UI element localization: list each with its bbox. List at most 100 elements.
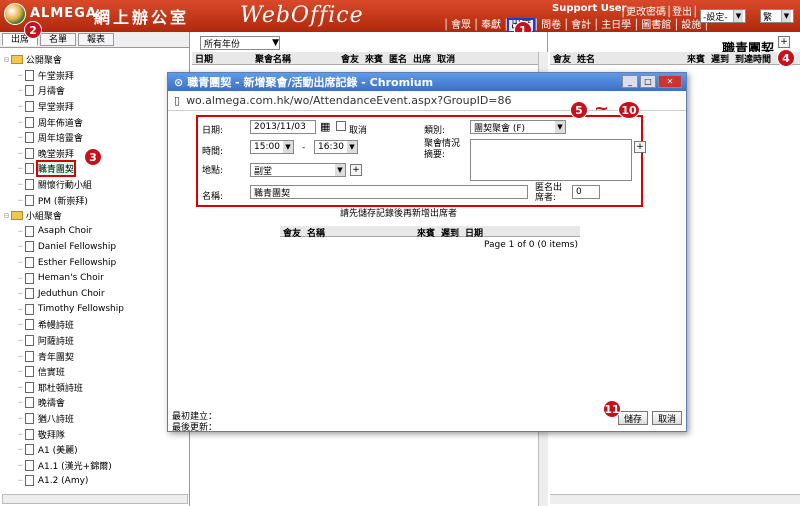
page-icon: ▯ (174, 94, 181, 107)
col-date[interactable]: 日期 (462, 226, 486, 239)
col-anonymous[interactable]: 匿名 (386, 52, 410, 65)
calendar-icon[interactable]: ▦ (320, 120, 330, 133)
tree-item[interactable]: ┄ 早堂崇拜 (0, 99, 189, 115)
tree-item[interactable]: ┄ A1 (美麗) (0, 442, 189, 458)
brand-weboffice: WebOffice (240, 3, 364, 28)
year-filter-select[interactable]: 所有年份 ▼ (200, 36, 280, 50)
nav-survey[interactable]: 問卷 (539, 20, 563, 31)
tree-item[interactable]: ┄ Heman's Choir (0, 270, 189, 286)
tree-item-label: 職青團契 (35, 160, 76, 178)
tree-guide: ┄ (18, 304, 23, 314)
add-summary-button[interactable]: + (634, 141, 646, 153)
tree-folder[interactable]: ⊟ 小組聚會 (0, 208, 189, 224)
col-member[interactable]: 會友 (280, 226, 304, 239)
settings-select[interactable]: -設定- ▼ (700, 9, 746, 23)
col-guest[interactable]: 來賓 (414, 226, 438, 239)
add-event-button[interactable]: + (778, 36, 790, 48)
save-button[interactable]: 儲存 (618, 411, 649, 425)
tree-item-label: 敬拜隊 (37, 430, 65, 441)
col-member[interactable]: 會友 (550, 52, 574, 65)
tree-item[interactable]: ┄ 周年佈道會 (0, 114, 189, 130)
chevron-down-icon: ▼ (555, 121, 565, 133)
nav-sunday-school[interactable]: 主日學 (599, 20, 633, 31)
nav-congregation[interactable]: 會眾 (449, 20, 473, 31)
col-late[interactable]: 遲到 (438, 226, 462, 239)
nav-library[interactable]: 圖書館 (639, 20, 673, 31)
tree-item[interactable]: ┄ 月禱會 (0, 83, 189, 99)
tree-item[interactable]: ┄ Daniel Fellowship (0, 239, 189, 255)
tree-guide: ┄ (18, 413, 23, 423)
left-scrollbar[interactable] (2, 494, 188, 504)
col-arrival-time[interactable]: 到達時間 (732, 52, 774, 65)
tree-guide: ┄ (18, 164, 23, 174)
tree-item[interactable]: ┄ 阿薩詩班 (0, 333, 189, 349)
name-label: 名稱: (202, 192, 224, 202)
col-attendance[interactable]: 出席 (410, 52, 434, 65)
cancel-checkbox[interactable] (336, 121, 346, 131)
right-scrollbar[interactable] (550, 494, 800, 504)
document-icon (24, 272, 34, 284)
tree-item[interactable]: ┄ 敬拜隊 (0, 426, 189, 442)
col-guest[interactable]: 來賓 (684, 52, 708, 65)
col-late[interactable]: 遲到 (708, 52, 732, 65)
col-members[interactable]: 會友 (338, 52, 362, 65)
cancel-button[interactable]: 取消 (652, 411, 683, 425)
col-cancelled[interactable]: 取消 (434, 52, 458, 65)
tree-item[interactable]: ┄ Esther Fellowship (0, 255, 189, 271)
tree-item-label: 阿薩詩班 (37, 336, 74, 347)
tree-item[interactable]: ┄ Asaph Choir (0, 224, 189, 240)
tree-item[interactable]: ┄ Timothy Fellowship (0, 302, 189, 318)
dialog-title: ⊙ 職青團契 - 新增聚會/活動出席記錄 - Chromium (168, 73, 686, 91)
tree-item[interactable]: ┄ 晚禱會 (0, 395, 189, 411)
left-pane: 出席 名單 報表 ⊟ 公開聚會 ┄ 午堂崇拜 ┄ 月禱會 ┄ 早堂崇拜 ┄ 周年佈道會 ┄ 周年培靈會… (0, 32, 190, 506)
tree-item[interactable]: ┄ 關懷行動小組 (0, 177, 189, 193)
time-to-select[interactable]: 16:30 ▼ (314, 140, 358, 154)
minimize-icon[interactable]: _ (622, 75, 638, 88)
col-guests[interactable]: 來賓 (362, 52, 386, 65)
tree-folder[interactable]: ⊟ 公開聚會 (0, 52, 189, 68)
tree-item[interactable]: ┄ 希幔詩班 (0, 317, 189, 333)
col-date[interactable]: 日期 (192, 52, 252, 65)
maximize-icon[interactable]: □ (640, 75, 656, 88)
tree-item[interactable]: ┄ PM (新崇拜) (0, 192, 189, 208)
tree-item[interactable]: ┄ A1.1 (漢光+錦爾) (0, 457, 189, 473)
time-separator: - (302, 143, 306, 153)
tree-item-label: 青年團契 (37, 352, 74, 363)
time-from-select[interactable]: 15:00 ▼ (250, 140, 294, 154)
tree-item[interactable]: ┄ A1.2 (Amy) (0, 473, 189, 489)
tree-item[interactable]: ┄ 午堂崇拜 (0, 68, 189, 84)
tab-list[interactable]: 名單 (40, 33, 77, 46)
anon-input[interactable]: 0 (572, 185, 600, 199)
tree-item[interactable]: ┄ 猶八詩班 (0, 411, 189, 427)
tree-guide: ┄ (18, 273, 23, 283)
col-name[interactable]: 名稱 (304, 226, 414, 239)
name-input[interactable]: 職青團契 (250, 185, 528, 199)
close-icon[interactable]: ✕ (658, 75, 682, 88)
document-icon (24, 319, 34, 331)
tree-item-label: 耶杜頓詩班 (37, 383, 83, 394)
category-label: 類別: (424, 126, 446, 136)
tree-item[interactable]: ┄ 青年團契 (0, 348, 189, 364)
tree-guide: ┄ (18, 476, 23, 486)
document-icon (24, 163, 34, 175)
tree-item[interactable]: ┄ 信實班 (0, 364, 189, 380)
col-event-name[interactable]: 聚會名稱 (252, 52, 338, 65)
tab-report[interactable]: 報表 (78, 33, 115, 46)
chevron-down-icon: ▼ (347, 141, 357, 153)
tree-item[interactable]: ┄ 耶杜頓詩班 (0, 379, 189, 395)
tree-item[interactable]: ┄ Jeduthun Choir (0, 286, 189, 302)
tree-guide: ┄ (18, 351, 23, 361)
date-input[interactable]: 2013/11/03 (250, 120, 316, 134)
category-select[interactable]: 團契聚會 (F) ▼ (470, 120, 566, 134)
col-name[interactable]: 姓名 (574, 52, 684, 65)
tree-item[interactable]: ┄ 周年培靈會 (0, 130, 189, 146)
document-icon (24, 350, 34, 362)
add-location-button[interactable]: + (350, 164, 362, 176)
nav-offering[interactable]: 奉獻 (479, 20, 503, 31)
summary-textarea[interactable] (470, 139, 632, 181)
chevron-down-icon: ▼ (733, 10, 743, 22)
nav-accounting[interactable]: 會計 (569, 20, 593, 31)
location-select[interactable]: 副堂 ▼ (250, 163, 346, 177)
language-select[interactable]: 繁 ▼ (760, 9, 794, 23)
tree-guide: ┄ (18, 429, 23, 439)
